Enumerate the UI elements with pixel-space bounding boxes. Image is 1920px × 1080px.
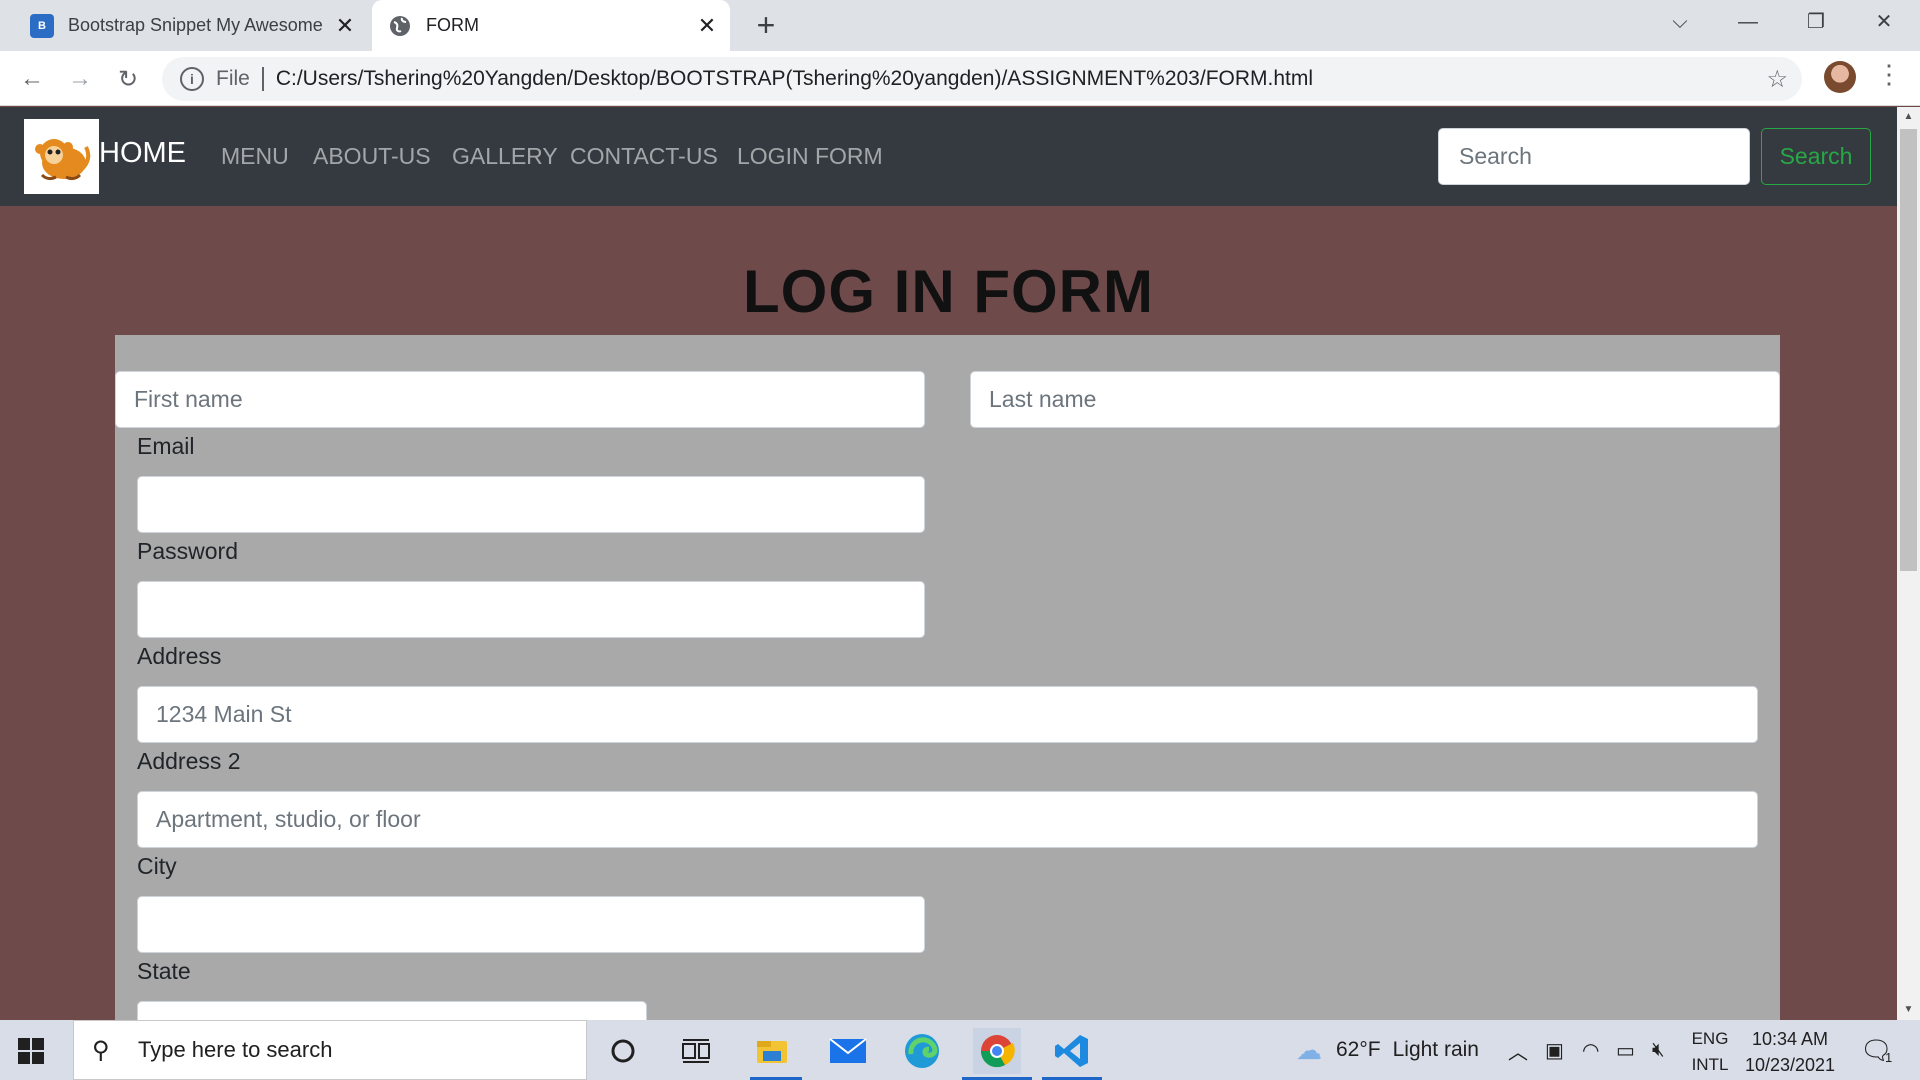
show-hidden-icons-icon[interactable]: ︿ [1508,1020,1528,1080]
password-label: Password [137,538,238,564]
volume-muted-icon[interactable]: 🔇︎ [1652,1020,1665,1080]
vscode-icon[interactable] [1048,1028,1096,1074]
weather-temp: 62°F [1336,1038,1381,1061]
clock-time: 10:34 AM [1751,1029,1829,1049]
weather-widget[interactable]: ☁ 62°F Light rain [1296,1020,1479,1080]
search-icon: ⚲ [92,1036,110,1064]
taskbar-clock[interactable]: 10:34 AM 10/23/2021 [1742,1026,1838,1078]
weather-text: Light rain [1392,1038,1479,1061]
address-input[interactable]: 1234 Main St [137,686,1758,743]
mail-icon[interactable] [824,1028,872,1074]
nav-link-gallery[interactable]: GALLERY [452,143,558,170]
windows-start-icon[interactable] [18,1038,44,1064]
taskbar-search-placeholder: Type here to search [138,1037,333,1062]
menu-kebab-icon[interactable]: ⋮ [1876,59,1902,90]
chrome-icon[interactable] [973,1028,1021,1074]
city-input[interactable] [137,896,925,953]
password-input[interactable] [137,581,925,638]
notification-count: 1 [1885,1049,1893,1065]
tab-bootstrap-snippet[interactable]: B Bootstrap Snippet My Awesome ✕ [12,0,368,51]
nav-link-menu[interactable]: MENU [221,143,289,170]
tab-search-chevron-icon[interactable]: ⌵ [1652,0,1708,44]
navbar-search-button[interactable]: Search [1761,128,1871,185]
monkey-logo-icon[interactable] [24,119,99,194]
email-label: Email [137,433,195,459]
reload-button[interactable]: ↻ [108,59,148,99]
notifications-icon[interactable]: 🗨︎ 1 [1860,1020,1893,1080]
edge-browser-icon[interactable] [898,1028,946,1074]
input-language[interactable]: ENG INTL [1690,1026,1730,1078]
info-icon[interactable]: i [180,67,204,91]
last-name-input[interactable]: Last name [970,371,1780,428]
address2-input[interactable]: Apartment, studio, or floor [137,791,1758,848]
task-view-icon[interactable] [672,1028,720,1074]
restore-button[interactable]: ❐ [1788,0,1844,44]
bootstrap-favicon-icon: B [30,13,54,38]
meet-now-icon[interactable]: ▣ [1545,1020,1564,1080]
forward-button[interactable]: → [60,59,100,99]
login-form: First name Last name Email Password Addr… [115,335,1780,1020]
state-label: State [137,958,191,984]
page-scrollbar[interactable]: ▲ ▼ [1897,107,1920,1020]
tab-title: Bootstrap Snippet My Awesome [68,15,323,35]
file-explorer-icon[interactable] [748,1028,796,1074]
nav-link-login-form[interactable]: LOGIN FORM [737,143,883,170]
tab-form[interactable]: FORM ✕ [372,0,730,51]
city-label: City [137,853,177,879]
wifi-icon[interactable]: ◠ [1582,1020,1599,1080]
nav-link-about-us[interactable]: ABOUT-US [313,143,431,170]
divider [261,67,264,91]
clock-date: 10/23/2021 [1744,1055,1836,1075]
profile-avatar[interactable] [1824,61,1856,93]
minimize-button[interactable]: — [1720,0,1776,44]
email-input[interactable] [137,476,925,533]
taskbar-search-box[interactable]: ⚲ Type here to search [73,1020,587,1080]
browser-tab-strip: B Bootstrap Snippet My Awesome ✕ FORM ✕ … [0,0,1920,51]
scroll-up-icon[interactable]: ▲ [1897,107,1920,127]
close-tab-icon[interactable]: ✕ [330,13,360,39]
address-bar[interactable]: i File C:/Users/Tshering%20Yangden/Deskt… [162,57,1802,101]
url-text[interactable]: C:/Users/Tshering%20Yangden/Desktop/BOOT… [276,67,1313,91]
first-name-input[interactable]: First name [115,371,925,428]
state-select[interactable] [137,1001,647,1020]
site-navbar: HOME MENU ABOUT-US GALLERY CONTACT-US LO… [0,107,1897,206]
close-window-button[interactable]: ✕ [1856,0,1912,44]
cloud-rain-icon: ☁ [1296,1034,1322,1065]
lang-bottom: INTL [1691,1055,1729,1074]
nav-link-contact-us[interactable]: CONTACT-US [570,143,718,170]
address2-label: Address 2 [137,748,241,774]
lang-top: ENG [1691,1029,1729,1048]
page-title: LOG IN FORM [743,258,1154,325]
navbar-search-input[interactable]: Search [1438,128,1750,185]
scroll-down-icon[interactable]: ▼ [1897,1000,1920,1020]
web-page: HOME MENU ABOUT-US GALLERY CONTACT-US LO… [0,107,1897,1020]
back-button[interactable]: ← [12,59,52,99]
brand-home-link[interactable]: HOME [99,137,186,170]
scrollbar-thumb[interactable] [1900,129,1917,571]
bookmark-star-icon[interactable]: ☆ [1766,65,1788,94]
battery-icon[interactable]: ▭ [1616,1020,1635,1080]
address-label: Address [137,643,222,669]
cortana-icon[interactable] [599,1028,647,1074]
file-label: File [216,67,250,90]
globe-icon [390,15,410,36]
close-tab-icon[interactable]: ✕ [692,13,722,39]
new-tab-button[interactable]: + [748,8,784,44]
tab-title: FORM [426,15,479,35]
windows-taskbar: ⚲ Type here to search ☁ 62°F Light rain … [0,1020,1920,1080]
browser-toolbar: ← → ↻ i File C:/Users/Tshering%20Yangden… [0,51,1920,106]
